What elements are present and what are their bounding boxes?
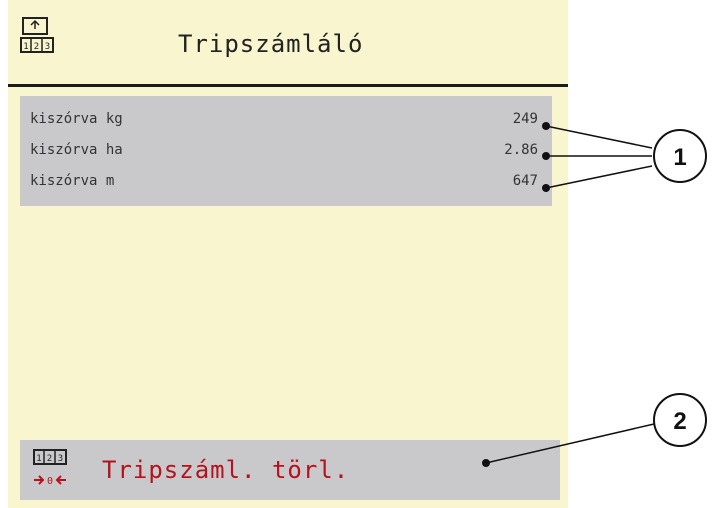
callout-number-1: 1 [673, 144, 686, 171]
callout-line [485, 423, 655, 464]
callout-layer: 1 2 [482, 122, 707, 467]
callout-line [545, 165, 653, 189]
callout-number-2: 2 [673, 408, 686, 435]
callout-line [545, 125, 653, 149]
